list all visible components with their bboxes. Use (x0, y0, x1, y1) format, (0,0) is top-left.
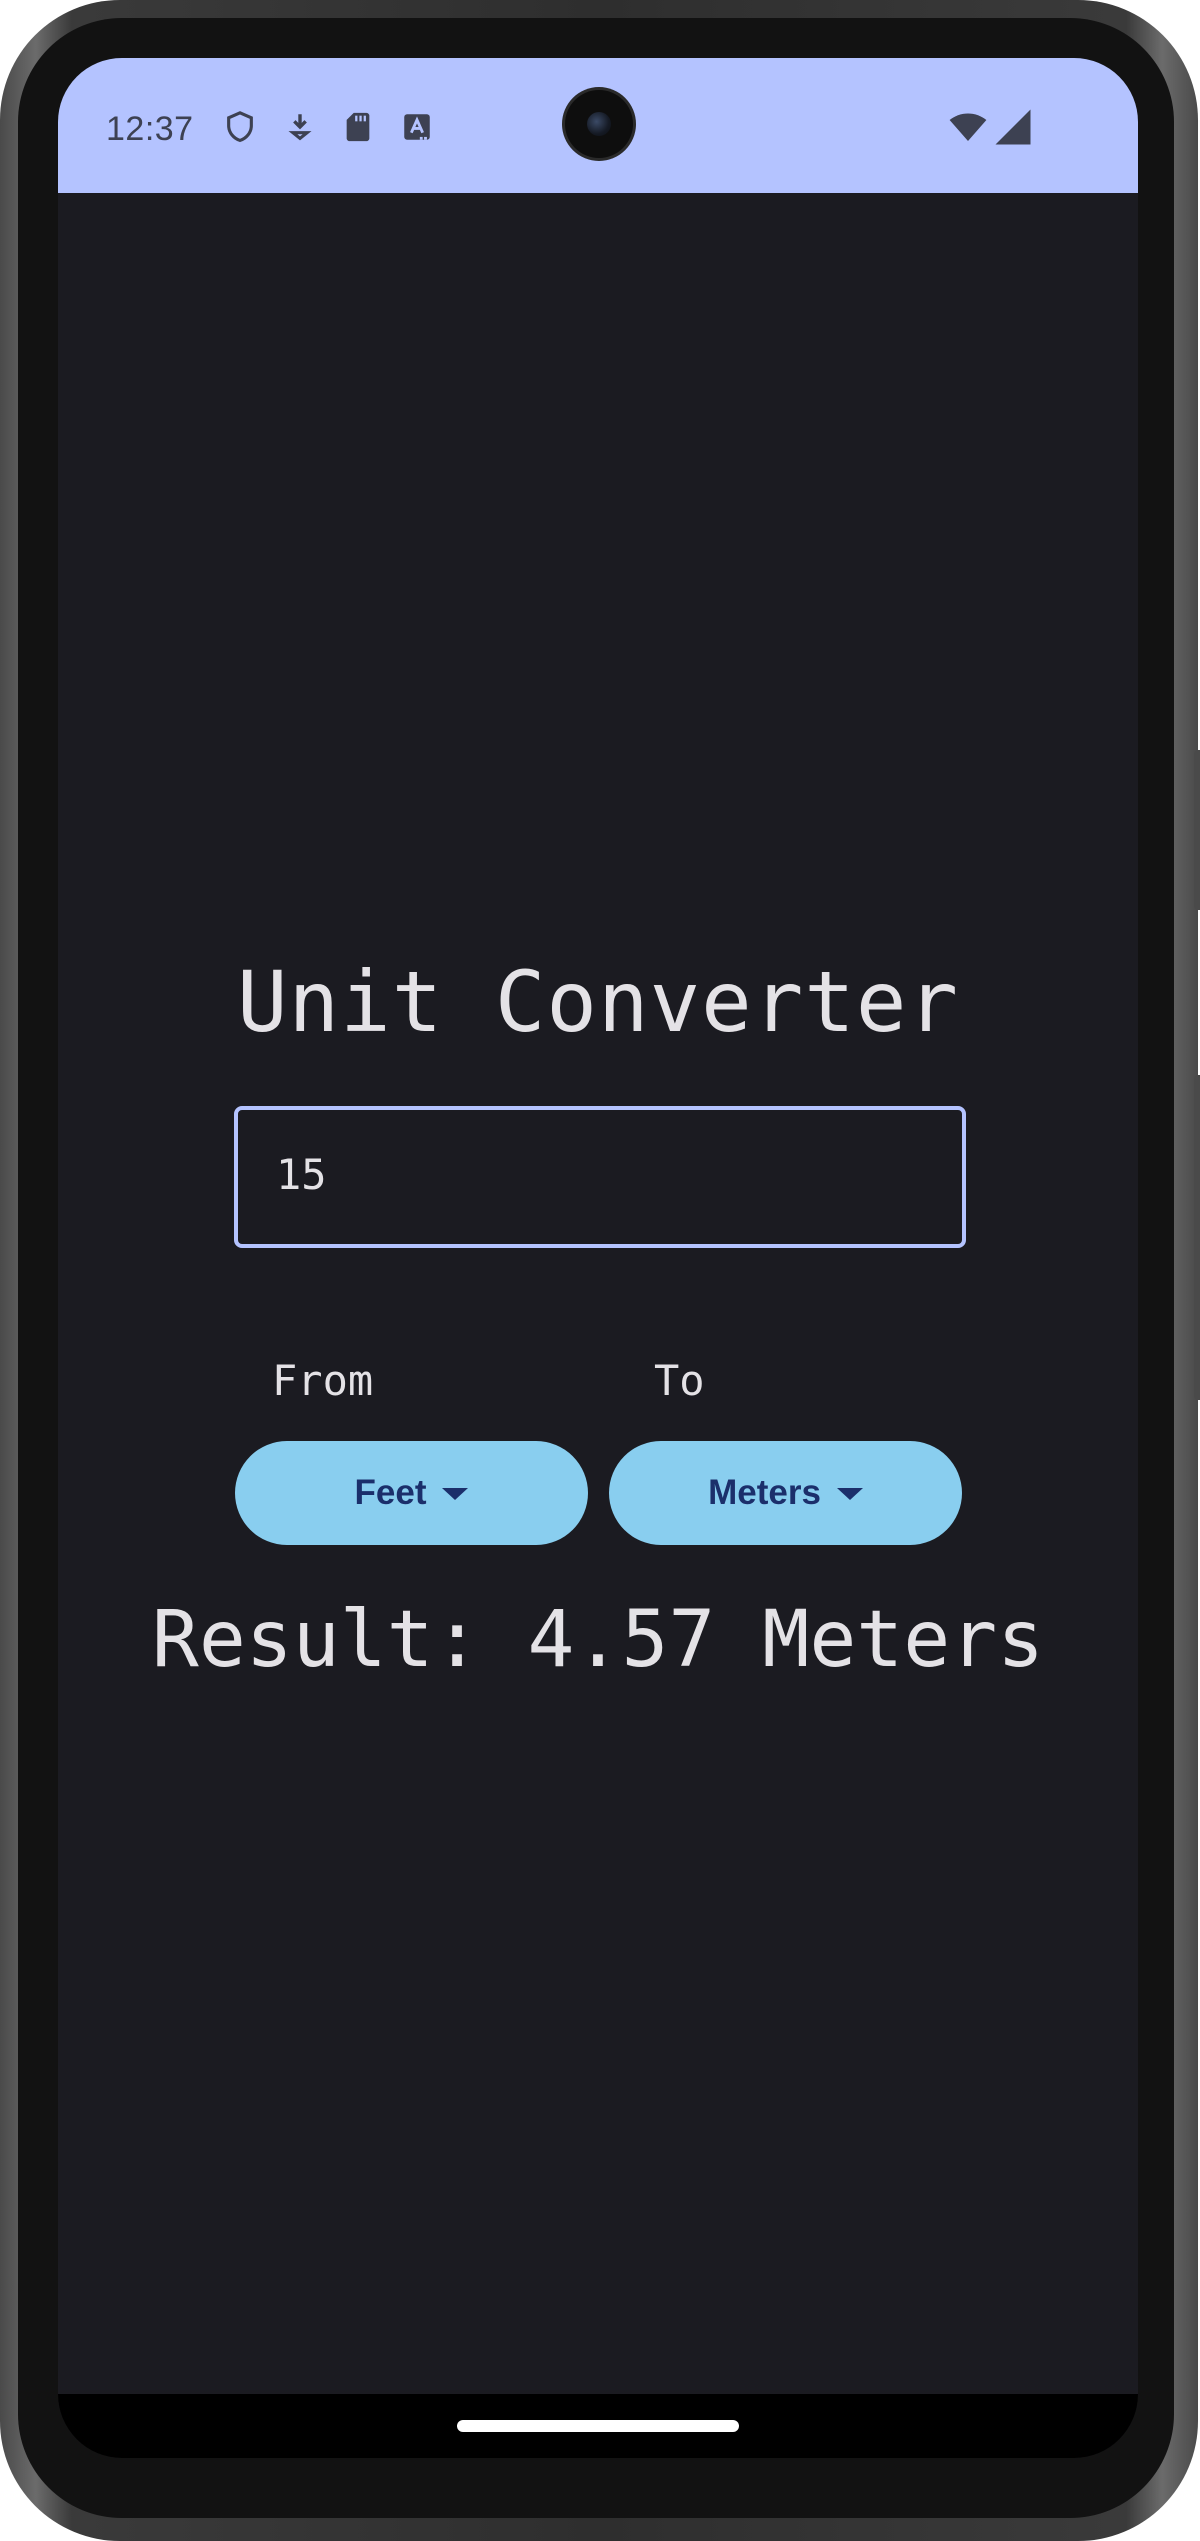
status-bar: 12:37 (58, 58, 1138, 193)
from-label: From (272, 1356, 374, 1405)
from-unit-label: Feet (354, 1473, 427, 1512)
sd-card-icon (346, 112, 370, 142)
signal-icon (995, 109, 1031, 145)
front-camera (565, 90, 633, 158)
download-icon (288, 114, 312, 141)
status-time: 12:37 (106, 110, 194, 148)
screen: 12:37 Unit Converter 15 From To Feet Met… (58, 58, 1138, 2458)
value-input-field[interactable] (234, 1106, 966, 1248)
wifi-icon (949, 113, 987, 141)
power-button (1194, 750, 1200, 910)
app-title: Unit Converter (236, 953, 959, 1051)
translate-icon (404, 114, 430, 140)
to-unit-label: Meters (708, 1473, 821, 1512)
volume-button (1194, 1075, 1200, 1400)
chevron-down-icon (442, 1488, 469, 1500)
home-indicator[interactable] (457, 2420, 739, 2432)
to-label: To (654, 1356, 705, 1405)
result-text: Result: 4.57 Meters (151, 1595, 1045, 1685)
value-input[interactable] (276, 1150, 916, 1199)
chevron-down-icon (836, 1488, 863, 1500)
from-unit-dropdown-button[interactable]: Feet (235, 1441, 588, 1545)
to-unit-dropdown-button[interactable]: Meters (609, 1441, 962, 1545)
shield-icon (227, 111, 253, 143)
